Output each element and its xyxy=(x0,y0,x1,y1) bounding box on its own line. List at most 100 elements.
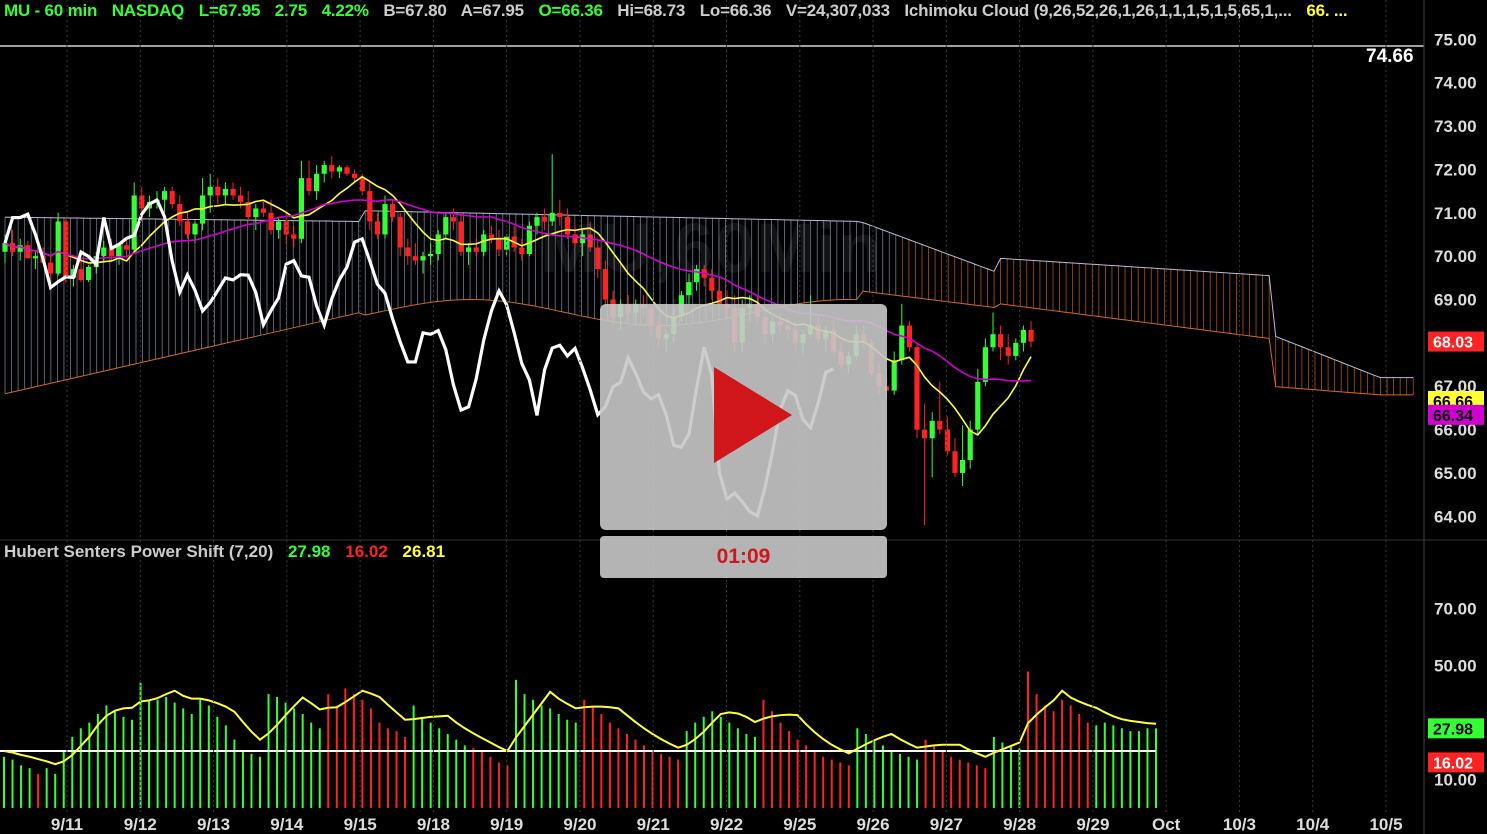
x-label-15: Oct xyxy=(1152,815,1181,834)
x-label-16: 10/3 xyxy=(1223,815,1256,834)
candle-body-30 xyxy=(230,188,236,196)
x-label-8: 9/21 xyxy=(637,815,670,834)
study-label: Ichimoku Cloud (9,26,52,26,1,26,1,1,1,5,… xyxy=(904,1,1292,20)
x-label-2: 9/13 xyxy=(197,815,230,834)
candle-body-121 xyxy=(922,429,928,439)
candle-body-38 xyxy=(291,234,297,239)
candle-body-16 xyxy=(124,245,130,250)
exchange-label: NASDAQ xyxy=(111,1,185,20)
candle-body-40 xyxy=(306,178,312,192)
candle-body-10 xyxy=(78,269,84,280)
x-label-7: 9/20 xyxy=(563,815,596,834)
price-badge-3: 66.34 xyxy=(1433,408,1473,425)
chart-watermark: MU,60Min xyxy=(540,209,883,287)
indicator-tick-2: 10.00 xyxy=(1434,771,1477,790)
play-icon[interactable] xyxy=(714,367,792,463)
candle-body-43 xyxy=(329,165,335,172)
low-price: Lo=66.36 xyxy=(699,1,772,20)
price-tick-10: 65.00 xyxy=(1434,464,1477,483)
candle-body-62 xyxy=(473,247,479,252)
price-tick-1: 74.00 xyxy=(1434,74,1477,93)
candle-body-63 xyxy=(481,234,487,252)
candle-body-130 xyxy=(990,334,996,348)
candle-body-25 xyxy=(192,223,198,235)
x-label-18: 10/5 xyxy=(1369,815,1402,834)
symbol-label: MU - 60 min xyxy=(4,1,98,20)
x-label-1: 9/12 xyxy=(124,815,157,834)
indicator-red-value: 16.02 xyxy=(345,542,388,561)
candle-body-117 xyxy=(891,360,897,391)
video-play-overlay[interactable] xyxy=(600,304,887,530)
net-change: 2.75 xyxy=(274,1,308,20)
candle-body-48 xyxy=(367,191,373,222)
x-label-5: 9/18 xyxy=(417,815,450,834)
candle-body-44 xyxy=(336,167,342,172)
candle-body-120 xyxy=(914,347,920,430)
x-label-17: 10/4 xyxy=(1296,815,1330,834)
candle-body-123 xyxy=(937,420,943,430)
high-badge: 74.66 xyxy=(1366,46,1414,67)
candle-body-54 xyxy=(412,256,418,261)
indicator-green-value: 27.98 xyxy=(287,542,331,561)
x-label-13: 9/28 xyxy=(1003,815,1036,834)
candle-body-68 xyxy=(519,247,525,254)
candle-body-56 xyxy=(428,253,434,257)
indicator-badge-0: 27.98 xyxy=(1433,721,1473,738)
candle-body-37 xyxy=(283,221,289,235)
indicator-tick-1: 50.00 xyxy=(1434,657,1477,676)
candle-body-11 xyxy=(86,266,92,280)
candle-body-57 xyxy=(435,234,441,254)
candle-body-8 xyxy=(63,221,69,278)
candle-body-58 xyxy=(443,217,449,235)
open-price: O=66.36 xyxy=(538,1,603,20)
indicator-header: Hubert Senters Power Shift (7,20) 27.98 … xyxy=(4,542,455,562)
candle-body-127 xyxy=(967,429,973,460)
candle-body-51 xyxy=(390,204,396,218)
candle-body-133 xyxy=(1013,342,1019,356)
candle-body-135 xyxy=(1028,329,1034,342)
volume-label: V=24,307,033 xyxy=(785,1,890,20)
x-label-10: 9/25 xyxy=(783,815,816,834)
candle-body-134 xyxy=(1020,329,1026,343)
candle-body-132 xyxy=(1005,347,1011,356)
high-price: Hi=68.73 xyxy=(617,1,686,20)
candle-body-29 xyxy=(222,188,228,196)
candle-body-24 xyxy=(184,221,190,235)
candle-body-3 xyxy=(25,245,31,259)
x-label-3: 9/14 xyxy=(270,815,304,834)
indicator-badge-1: 16.02 xyxy=(1433,755,1473,772)
candle-body-50 xyxy=(382,204,388,235)
indicator-tick-0: 70.00 xyxy=(1434,600,1477,619)
price-tick-6: 69.00 xyxy=(1434,291,1477,310)
x-label-0: 9/11 xyxy=(51,815,83,834)
last-price: L=67.95 xyxy=(198,1,261,20)
candle-body-52 xyxy=(397,217,403,248)
x-label-4: 9/15 xyxy=(344,815,377,834)
candle-body-22 xyxy=(169,191,175,205)
candle-body-61 xyxy=(466,247,472,252)
candle-body-4 xyxy=(32,256,38,259)
price-tick-5: 70.00 xyxy=(1434,247,1477,266)
candle-body-122 xyxy=(929,420,935,439)
ask-price: A=67.95 xyxy=(460,1,525,20)
candle-body-31 xyxy=(238,195,244,202)
candle-body-124 xyxy=(944,429,950,452)
indicator-name: Hubert Senters Power Shift (7,20) xyxy=(4,542,274,561)
x-label-12: 9/27 xyxy=(930,815,963,834)
candle-body-59 xyxy=(450,217,456,222)
candle-body-128 xyxy=(975,381,981,430)
candle-body-42 xyxy=(321,165,327,174)
candle-body-45 xyxy=(344,167,350,174)
video-timer: 01:09 xyxy=(600,536,887,578)
candle-body-119 xyxy=(906,325,912,348)
x-label-6: 9/19 xyxy=(490,815,523,834)
candle-body-70 xyxy=(534,217,540,226)
price-tick-0: 75.00 xyxy=(1434,30,1477,49)
candle-body-65 xyxy=(496,238,502,250)
x-label-9: 9/22 xyxy=(710,815,743,834)
candle-body-39 xyxy=(298,178,304,239)
price-tick-3: 72.00 xyxy=(1434,160,1477,179)
indicator-yellow-value: 26.81 xyxy=(402,542,446,561)
candle-body-118 xyxy=(899,325,905,361)
candle-body-49 xyxy=(374,221,380,235)
